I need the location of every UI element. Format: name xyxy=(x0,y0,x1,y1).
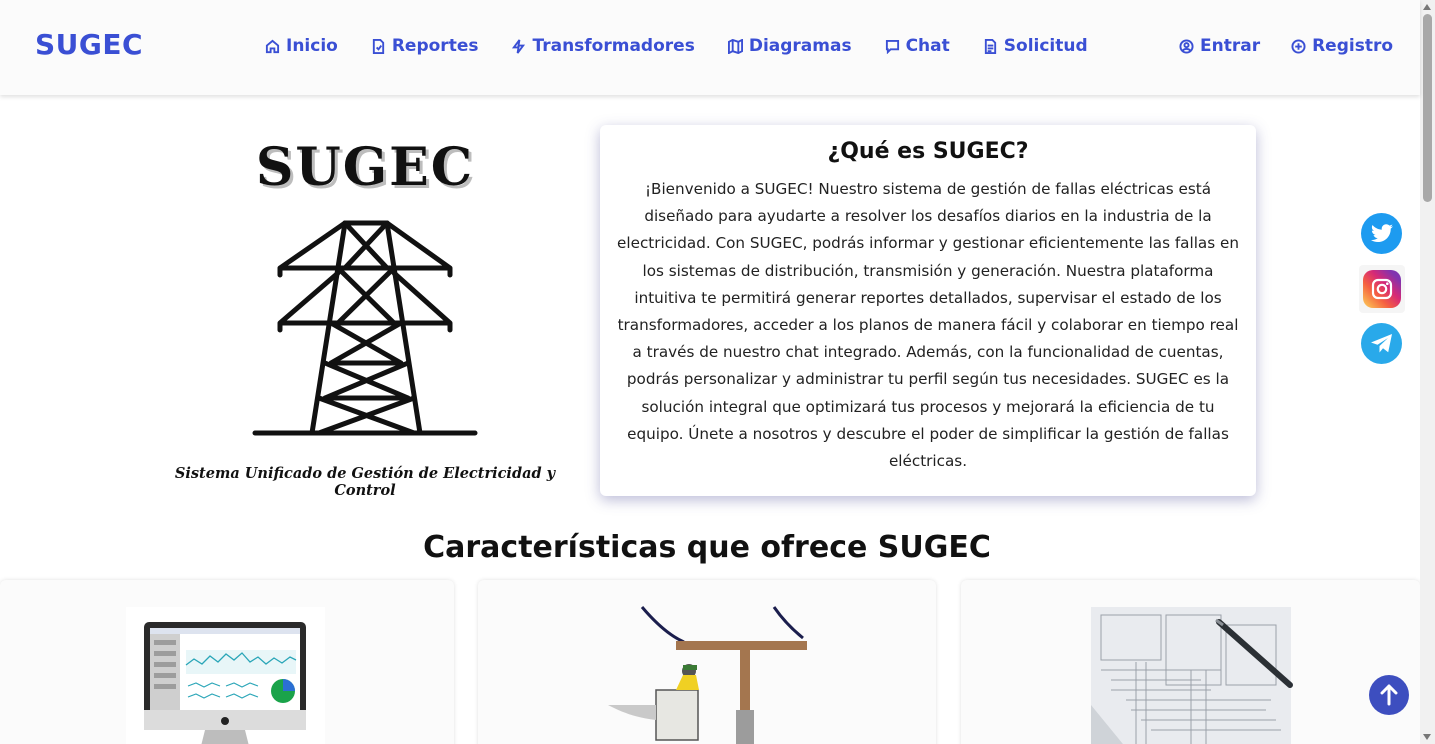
scroll-thumb[interactable] xyxy=(1423,14,1432,202)
nav-label: Inicio xyxy=(286,36,338,56)
nav-diagramas[interactable]: Diagramas xyxy=(727,36,852,56)
main-nav: Inicio Reportes Transformadores Diagrama… xyxy=(265,36,1088,56)
brand-logo[interactable]: SUGEC xyxy=(35,28,143,61)
plus-circle-icon xyxy=(1291,38,1306,54)
back-to-top-button[interactable] xyxy=(1369,675,1409,715)
nav-label: Diagramas xyxy=(748,36,852,56)
blueprint-illustration xyxy=(1091,607,1293,744)
login-label: Entrar xyxy=(1200,36,1261,56)
nav-label: Transformadores xyxy=(532,36,695,56)
document-icon xyxy=(984,38,996,54)
telegram-icon xyxy=(1370,333,1392,352)
scroll-up-arrow-icon[interactable] xyxy=(1423,4,1431,10)
chat-icon xyxy=(885,39,899,54)
home-icon xyxy=(265,39,280,53)
feature-card-transformadores[interactable] xyxy=(478,580,936,744)
instagram-icon xyxy=(1363,270,1401,308)
logo-subtitle: Sistema Unificado de Gestión de Electric… xyxy=(174,465,556,499)
about-text: ¡Bienvenido a SUGEC! Nuestro sistema de … xyxy=(617,180,1239,471)
lineman-illustration xyxy=(608,606,807,744)
register-link[interactable]: Registro xyxy=(1291,36,1393,56)
nav-label: Reportes xyxy=(391,36,479,56)
feature-card-diagramas[interactable] xyxy=(961,580,1420,744)
monitor-dashboard-illustration xyxy=(126,607,325,744)
nav-label: Chat xyxy=(905,36,950,56)
report-file-icon xyxy=(372,38,384,54)
nav-label: Solicitud xyxy=(1003,36,1088,56)
navbar: SUGEC Inicio Reportes Transformadores Di… xyxy=(0,0,1420,95)
lightning-icon xyxy=(512,38,526,54)
nav-inicio[interactable]: Inicio xyxy=(265,36,338,56)
nav-solicitud[interactable]: Solicitud xyxy=(983,36,1088,56)
power-tower-icon xyxy=(252,220,478,436)
twitter-icon xyxy=(1370,223,1393,242)
arrow-up-icon xyxy=(1380,684,1398,706)
telegram-link[interactable] xyxy=(1361,323,1402,364)
register-label: Registro xyxy=(1312,36,1394,56)
page-scrollbar[interactable] xyxy=(1420,0,1435,744)
feature-card-reportes[interactable] xyxy=(0,580,454,744)
scroll-down-arrow-icon[interactable] xyxy=(1423,734,1431,740)
about-card: ¿Qué es SUGEC? ¡Bienvenido a SUGEC! Nues… xyxy=(600,125,1256,496)
sugec-logo: SUGEC Sistema Unificado de Gestión de El… xyxy=(170,135,560,499)
instagram-glyph xyxy=(1371,278,1393,300)
nav-reportes[interactable]: Reportes xyxy=(371,36,479,56)
features-heading: Características que ofrece SUGEC xyxy=(423,530,991,565)
auth-nav: Entrar Registro xyxy=(1179,36,1393,56)
twitter-link[interactable] xyxy=(1361,213,1402,254)
map-icon xyxy=(727,38,743,54)
nav-transformadores[interactable]: Transformadores xyxy=(511,36,695,56)
about-title: ¿Qué es SUGEC? xyxy=(827,139,1029,164)
nav-chat[interactable]: Chat xyxy=(885,36,950,56)
logo-title: SUGEC xyxy=(255,137,475,198)
login-link[interactable]: Entrar xyxy=(1179,36,1260,56)
user-circle-icon xyxy=(1179,38,1194,54)
instagram-link[interactable] xyxy=(1359,265,1405,313)
